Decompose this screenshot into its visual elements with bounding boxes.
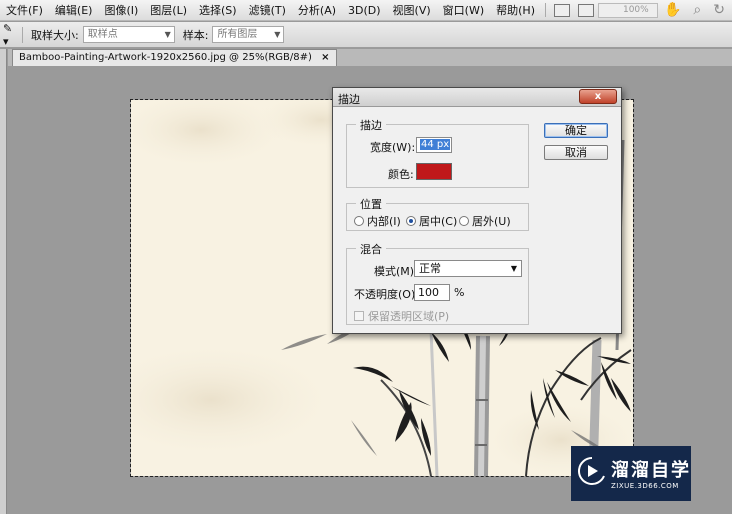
- play-logo-icon: [578, 457, 605, 485]
- width-value: 44 px: [420, 139, 451, 150]
- color-label: 颜色:: [388, 168, 414, 181]
- preserve-transparency-label: 保留透明区域(P): [368, 310, 450, 323]
- radio-dot: [459, 216, 469, 226]
- location-outside-label: 居外(U): [472, 215, 511, 228]
- sample-size-select[interactable]: 取样点 ▼: [82, 26, 175, 43]
- menu-help[interactable]: 帮助(H): [490, 0, 541, 21]
- menu-3d[interactable]: 3D(D): [342, 0, 387, 21]
- menu-file[interactable]: 文件(F): [0, 0, 49, 21]
- close-tab-icon[interactable]: ×: [321, 52, 329, 63]
- menu-image[interactable]: 图像(I): [98, 0, 144, 21]
- location-inside-radio[interactable]: 内部(I): [354, 213, 401, 229]
- opacity-unit: %: [454, 286, 465, 299]
- location-inside-label: 内部(I): [367, 215, 401, 228]
- dialog-title: 描边: [338, 93, 360, 106]
- opacity-label: 不透明度(O):: [354, 288, 419, 301]
- radio-dot: [354, 216, 364, 226]
- sample-select[interactable]: 所有图层 ▼: [212, 26, 285, 43]
- document-tab[interactable]: Bamboo-Painting-Artwork-1920x2560.jpg @ …: [12, 49, 337, 66]
- dialog-titlebar[interactable]: 描边 x: [333, 88, 621, 107]
- chevron-down-icon: ▼: [510, 264, 517, 273]
- sample-label: 样本:: [182, 28, 209, 42]
- arrange-icon[interactable]: [577, 3, 594, 17]
- options-separator: [22, 26, 23, 43]
- hand-tool-icon[interactable]: ✋: [664, 2, 681, 18]
- ok-button[interactable]: 确定: [544, 123, 608, 138]
- menu-bar: 文件(F) 编辑(E) 图像(I) 图层(L) 选择(S) 滤镜(T) 分析(A…: [0, 0, 732, 21]
- tools-panel-edge: [0, 49, 7, 514]
- stroke-group: 描边 宽度(W): 44 px 颜色:: [346, 117, 529, 188]
- document-tab-title: Bamboo-Painting-Artwork-1920x2560.jpg @ …: [19, 52, 312, 63]
- menu-view[interactable]: 视图(V): [387, 0, 437, 21]
- sample-size-label: 取样大小:: [31, 28, 79, 42]
- stroke-group-title: 描边: [356, 117, 386, 133]
- menu-window[interactable]: 窗口(W): [437, 0, 490, 21]
- menu-select[interactable]: 选择(S): [193, 0, 243, 21]
- blending-group-title: 混合: [356, 241, 386, 257]
- radio-dot-selected: [406, 216, 416, 226]
- watermark-name: 溜溜自学: [611, 460, 691, 481]
- chevron-down-icon: ▼: [274, 30, 281, 39]
- width-input[interactable]: 44 px: [416, 137, 452, 153]
- menu-layer[interactable]: 图层(L): [144, 0, 193, 21]
- rotate-view-icon[interactable]: ↻: [713, 2, 725, 18]
- location-outside-radio[interactable]: 居外(U): [459, 213, 511, 229]
- bridge-icon[interactable]: [553, 3, 570, 17]
- cancel-button[interactable]: 取消: [544, 145, 608, 160]
- blending-group: 混合 模式(M): 正常 ▼ 不透明度(O): 100 % 保留透明区域(P): [346, 241, 529, 325]
- mode-value: 正常: [419, 262, 441, 275]
- location-center-label: 居中(C): [419, 215, 458, 228]
- stroke-color-swatch[interactable]: [416, 163, 452, 180]
- tool-preset-picker[interactable]: ✎ ▾: [0, 22, 18, 48]
- menu-separator: [544, 3, 546, 17]
- sample-value: 所有图层: [217, 29, 258, 40]
- chevron-down-icon: ▼: [164, 30, 171, 39]
- menu-analysis[interactable]: 分析(A): [292, 0, 342, 21]
- zoom-tool-icon[interactable]: ⌕: [693, 2, 701, 18]
- location-group-title: 位置: [356, 196, 386, 212]
- zoom-level[interactable]: 100%: [597, 2, 658, 18]
- watermark-url: ZIXUE.3D66.COM: [611, 482, 679, 490]
- site-watermark: 溜溜自学 ZIXUE.3D66.COM: [571, 446, 691, 501]
- menu-edit[interactable]: 编辑(E): [49, 0, 99, 21]
- width-label: 宽度(W):: [370, 141, 416, 154]
- opacity-input[interactable]: 100: [414, 284, 450, 301]
- location-center-radio[interactable]: 居中(C): [406, 213, 457, 229]
- preserve-transparency-checkbox[interactable]: 保留透明区域(P): [354, 308, 449, 324]
- location-group: 位置 内部(I) 居中(C) 居外(U): [346, 196, 529, 231]
- stroke-dialog: 描边 x 描边 宽度(W): 44 px 颜色: 位置 内部(I) 居中(C) …: [332, 87, 622, 334]
- checkbox-box: [354, 311, 364, 321]
- document-tab-bar: Bamboo-Painting-Artwork-1920x2560.jpg @ …: [8, 49, 732, 66]
- menu-filter[interactable]: 滤镜(T): [243, 0, 292, 21]
- dialog-close-button[interactable]: x: [579, 89, 617, 104]
- options-bar: ✎ ▾ 取样大小: 取样点 ▼ 样本: 所有图层 ▼: [0, 22, 732, 48]
- mode-select[interactable]: 正常 ▼: [414, 260, 522, 277]
- sample-size-value: 取样点: [87, 29, 118, 40]
- mode-label: 模式(M):: [374, 265, 418, 278]
